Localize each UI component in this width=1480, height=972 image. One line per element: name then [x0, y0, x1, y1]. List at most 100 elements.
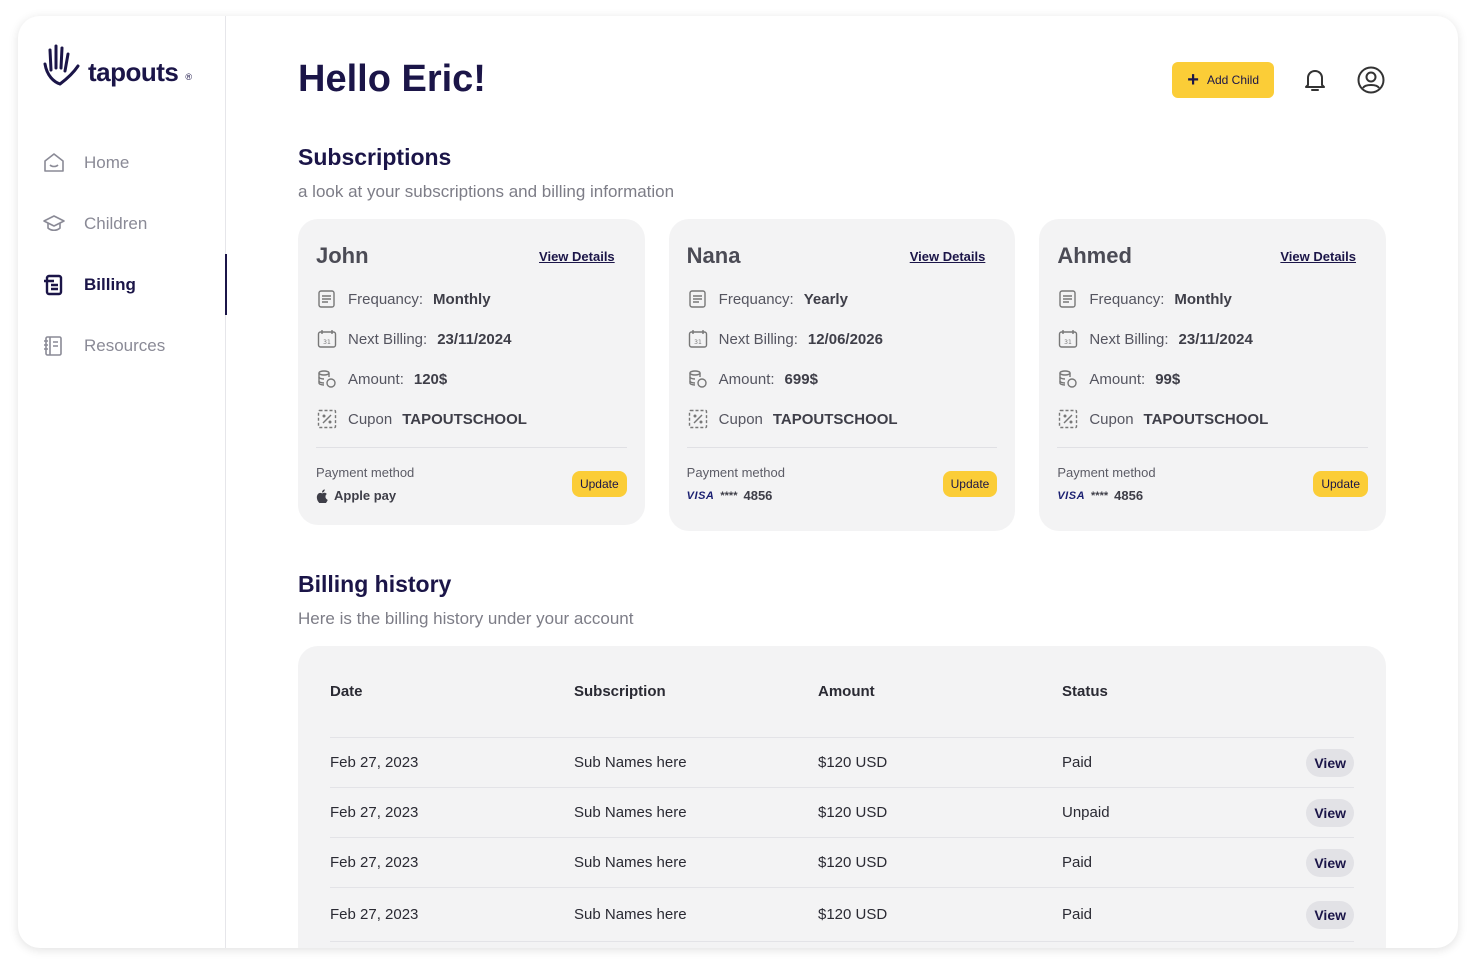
cell-date: Feb 27, 2023 [330, 754, 419, 771]
coupon-label: Cupon [718, 410, 763, 428]
next-billing-value: 23/11/2024 [1178, 330, 1253, 348]
update-payment-button[interactable]: Update [1313, 471, 1369, 497]
add-child-label: Add Child [1206, 73, 1259, 87]
sidebar-nav: Home Children Billing Resources [18, 132, 227, 376]
frequency-icon [688, 290, 706, 308]
cell-status: Paid [1062, 906, 1093, 923]
column-header-status[interactable]: Status [1062, 683, 1262, 700]
calendar-icon: 31 [688, 330, 707, 348]
coupon-label: Cupon [348, 410, 393, 428]
view-details-link[interactable]: View Details [539, 249, 615, 264]
calendar-icon: 31 [1059, 330, 1078, 348]
svg-text:31: 31 [1065, 339, 1073, 346]
brand-name: tapouts [88, 57, 179, 87]
card-header: Ahmed View Details [1057, 243, 1368, 269]
subscription-card: John View Details Frequancy: Monthly 31 Ne… [298, 219, 645, 525]
cell-status: Paid [1062, 754, 1093, 771]
billing-icon [44, 274, 63, 295]
coupon-row: Cupon TAPOUTSCHOOL [1057, 409, 1368, 429]
payment-method-value: VISA **** 4856 [687, 488, 785, 503]
add-child-button[interactable]: + Add Child [1172, 62, 1274, 98]
cell-amount: $120 USD [818, 854, 888, 871]
sidebar-item-children[interactable]: Children [18, 193, 226, 254]
frequency-label: Frequancy: [348, 290, 424, 308]
sidebar-item-label: Billing [84, 274, 136, 294]
subscription-card: Ahmed View Details Frequancy: Monthly 31 N… [1039, 219, 1387, 531]
coupon-row: Cupon TAPOUTSCHOOL [316, 409, 627, 429]
view-invoice-button[interactable]: View [1306, 748, 1354, 777]
frequency-value: Monthly [433, 290, 491, 308]
child-name: John [316, 243, 369, 268]
visa-logo: VISA [686, 489, 715, 502]
table-row: Feb 27, 2023 Sub Names here $120 USD Pai… [330, 838, 1354, 888]
amount-value: 699$ [784, 370, 818, 388]
cell-amount: $120 USD [818, 804, 888, 821]
subscriptions-title: Subscriptions [298, 144, 452, 170]
view-invoice-button[interactable]: View [1306, 848, 1354, 877]
view-invoice-button[interactable]: View [1306, 798, 1354, 827]
apple-icon [316, 488, 328, 503]
column-header-date[interactable]: Date [330, 683, 574, 700]
sidebar-item-billing[interactable]: Billing [18, 254, 227, 315]
sidebar: tapouts ® Home Children Billing Resources [18, 16, 227, 948]
cell-status: Unpaid [1062, 804, 1110, 821]
coupon-value: TAPOUTSCHOOL [402, 410, 527, 428]
amount-row: Amount: 699$ [687, 369, 998, 389]
user-profile-icon[interactable] [1356, 65, 1386, 95]
brand-logo[interactable]: tapouts ® [42, 44, 192, 88]
frequency-icon [1059, 290, 1077, 308]
payment-method-label: Payment method [316, 465, 415, 480]
payment-method-value: Apple pay [316, 488, 414, 503]
view-details-link[interactable]: View Details [910, 249, 986, 264]
payment-method-label: Payment method [1057, 465, 1156, 480]
frequency-value: Monthly [1174, 290, 1232, 308]
amount-row: Amount: 120$ [316, 369, 627, 389]
sidebar-item-resources[interactable]: Resources [18, 315, 226, 376]
coins-icon [688, 370, 707, 388]
child-name: Nana [686, 243, 741, 268]
sidebar-item-home[interactable]: Home [18, 132, 226, 193]
coins-icon [1059, 370, 1078, 388]
coupon-row: Cupon TAPOUTSCHOOL [687, 409, 998, 429]
amount-label: Amount: [348, 370, 404, 388]
view-details-link[interactable]: View Details [1280, 249, 1356, 264]
next-billing-label: Next Billing: [348, 330, 428, 348]
view-invoice-button[interactable]: View [1306, 900, 1354, 929]
bell-icon[interactable] [1300, 65, 1330, 95]
column-header-amount[interactable]: Amount [818, 683, 1062, 700]
divider [316, 447, 627, 448]
payment-method-text: Apple pay [334, 488, 397, 503]
cell-date: Feb 27, 2023 [330, 854, 419, 871]
card-mask: **** [1091, 489, 1109, 502]
coins-icon [318, 370, 336, 388]
column-header-subscription[interactable]: Subscription [574, 683, 818, 700]
update-payment-button[interactable]: Update [571, 471, 627, 497]
cell-status: Paid [1062, 854, 1093, 871]
next-billing-row: 31 Next Billing: 23/11/2024 [316, 329, 627, 349]
sidebar-item-label: Children [84, 213, 148, 233]
divider [1057, 447, 1369, 448]
amount-value: 99$ [1155, 370, 1181, 388]
plus-icon: + [1187, 69, 1199, 91]
hand-logo-icon [43, 44, 80, 86]
subscription-card: Nana View Details Frequancy: Yearly 31 Nex… [668, 219, 1016, 531]
subscriptions-subtitle: a look at your subscriptions and billing… [298, 182, 675, 201]
cell-date: Feb 27, 2023 [330, 804, 419, 821]
child-name: Ahmed [1057, 243, 1132, 268]
table-row: Feb 27, 2023 Sub Names here $120 USD Pai… [330, 942, 1354, 948]
table-row: Feb 27, 2023 Sub Names here $120 USD Pai… [330, 738, 1354, 788]
svg-text:31: 31 [323, 339, 331, 346]
update-payment-button[interactable]: Update [942, 471, 998, 497]
table-row: Feb 27, 2023 Sub Names here $120 USD Pai… [330, 888, 1354, 942]
svg-text:31: 31 [694, 339, 702, 346]
next-billing-value: 23/11/2024 [437, 330, 512, 348]
coupon-value: TAPOUTSCHOOL [772, 410, 898, 428]
billing-history-title: Billing history [298, 571, 452, 597]
divider [686, 447, 998, 448]
card-mask: **** [720, 489, 738, 502]
book-icon [44, 335, 62, 356]
coupon-icon [1059, 409, 1078, 429]
next-billing-row: 31 Next Billing: 23/11/2024 [1057, 329, 1368, 349]
table-header: Date Subscription Amount Status [330, 646, 1354, 738]
subscription-cards: John View Details Frequancy: Monthly 31 Ne… [298, 219, 1387, 531]
